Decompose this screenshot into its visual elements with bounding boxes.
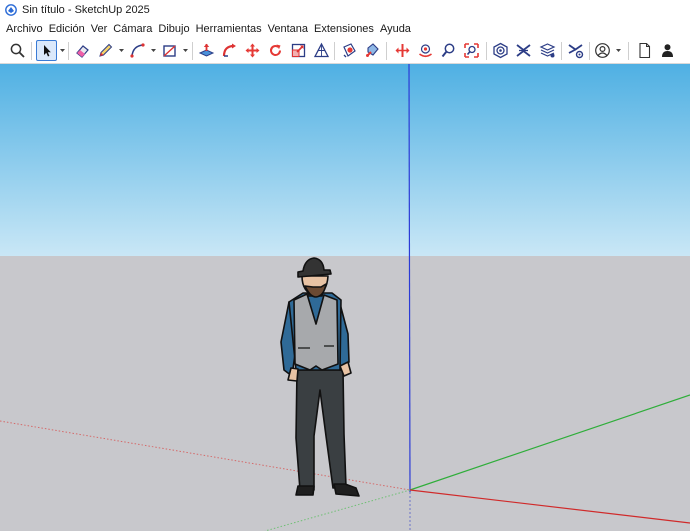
zoom-icon (441, 43, 455, 58)
move-icon (245, 43, 260, 58)
toolbar-separator (589, 42, 590, 60)
menu-edicion[interactable]: Edición (46, 20, 88, 38)
section-plane-icon (395, 44, 410, 57)
chevron-down-icon (59, 49, 65, 52)
push-pull-tool-button[interactable] (196, 40, 217, 61)
menu-extensiones[interactable]: Extensiones (311, 20, 377, 38)
search-tool-button[interactable] (7, 40, 28, 61)
toolbar-separator (68, 42, 69, 60)
menu-bar: Archivo Edición Ver Cámara Dibujo Herram… (0, 20, 690, 38)
account-button[interactable] (592, 40, 613, 61)
new-document-button[interactable] (634, 40, 655, 61)
follow-me-icon (222, 43, 236, 57)
toolbar-separator (486, 42, 487, 60)
menu-ayuda[interactable]: Ayuda (377, 20, 414, 38)
toolbar-separator (628, 42, 629, 60)
rotate-tool-button[interactable] (265, 40, 286, 61)
scale-icon (291, 43, 306, 58)
move-tool-button[interactable] (242, 40, 263, 61)
new-document-icon (639, 42, 651, 59)
user-icon (662, 44, 673, 57)
layers-button[interactable] (537, 40, 558, 61)
paint-bucket-tool-button[interactable] (362, 40, 383, 61)
zoom-tool-button[interactable] (438, 40, 459, 61)
toolbar-separator (192, 42, 193, 60)
orbit-icon (419, 44, 432, 58)
sky (0, 64, 690, 256)
chevron-down-icon (615, 49, 621, 52)
menu-archivo[interactable]: Archivo (3, 20, 46, 38)
push-pull-icon (198, 43, 215, 57)
rectangle-tool-button[interactable] (159, 40, 180, 61)
eraser-icon (76, 45, 89, 58)
pencil-tool-button[interactable] (95, 40, 116, 61)
extension-warehouse-icon (516, 44, 531, 57)
sketchup-logo-icon (5, 4, 17, 16)
tape-measure-tool-button[interactable] (311, 40, 332, 61)
title-bar: Sin título - SketchUp 2025 (0, 0, 690, 20)
select-dropdown-button[interactable] (58, 40, 66, 61)
window-title: Sin título - SketchUp 2025 (22, 4, 150, 16)
3d-warehouse-icon (493, 42, 508, 59)
scale-tool-button[interactable] (288, 40, 309, 61)
arc-tool-button[interactable] (127, 40, 148, 61)
toolbar-separator (386, 42, 387, 60)
account-icon (595, 43, 610, 58)
eraser-tool-button[interactable] (72, 40, 93, 61)
rectangle-dropdown-button[interactable] (181, 40, 189, 61)
sketchup-window: Sin título - SketchUp 2025 Archivo Edici… (0, 0, 690, 531)
protractor-icon (313, 42, 330, 58)
extension-manager-icon (568, 44, 584, 59)
toolbar (0, 38, 690, 64)
pencil-icon (99, 43, 113, 57)
menu-ventana[interactable]: Ventana (265, 20, 311, 38)
arc-dropdown-button[interactable] (149, 40, 157, 61)
rotate-icon (270, 44, 282, 57)
section-plane-tool-button[interactable] (392, 40, 413, 61)
rectangle-icon (163, 45, 176, 57)
paint-bucket-icon (343, 43, 356, 58)
tag-icon (366, 43, 379, 57)
menu-herramientas[interactable]: Herramientas (193, 20, 265, 38)
chevron-down-icon (182, 49, 188, 52)
menu-camara[interactable]: Cámara (110, 20, 155, 38)
zoom-extents-icon (464, 43, 479, 58)
tag-tool-button[interactable] (339, 40, 360, 61)
layers-icon (539, 43, 556, 58)
menu-ver[interactable]: Ver (88, 20, 111, 38)
menu-dibujo[interactable]: Dibujo (155, 20, 192, 38)
toolbar-separator (31, 42, 32, 60)
user-button[interactable] (657, 40, 678, 61)
toolbar-separator (561, 42, 562, 60)
line-icon (130, 43, 145, 58)
zoom-extents-tool-button[interactable] (461, 40, 482, 61)
toolbar-separator (334, 42, 335, 60)
select-arrow-icon (44, 45, 51, 57)
account-dropdown-button[interactable] (614, 40, 622, 61)
follow-me-tool-button[interactable] (219, 40, 240, 61)
extension-manager-button[interactable] (565, 40, 586, 61)
orbit-tool-button[interactable] (415, 40, 436, 61)
scene-canvas[interactable] (0, 64, 690, 531)
extension-warehouse-button[interactable] (513, 40, 534, 61)
chevron-down-icon (118, 49, 124, 52)
select-tool-button[interactable] (36, 40, 57, 61)
pencil-dropdown-button[interactable] (117, 40, 125, 61)
3d-warehouse-button[interactable] (490, 40, 511, 61)
modeling-viewport[interactable] (0, 64, 690, 531)
search-icon (10, 43, 25, 58)
chevron-down-icon (150, 49, 156, 52)
